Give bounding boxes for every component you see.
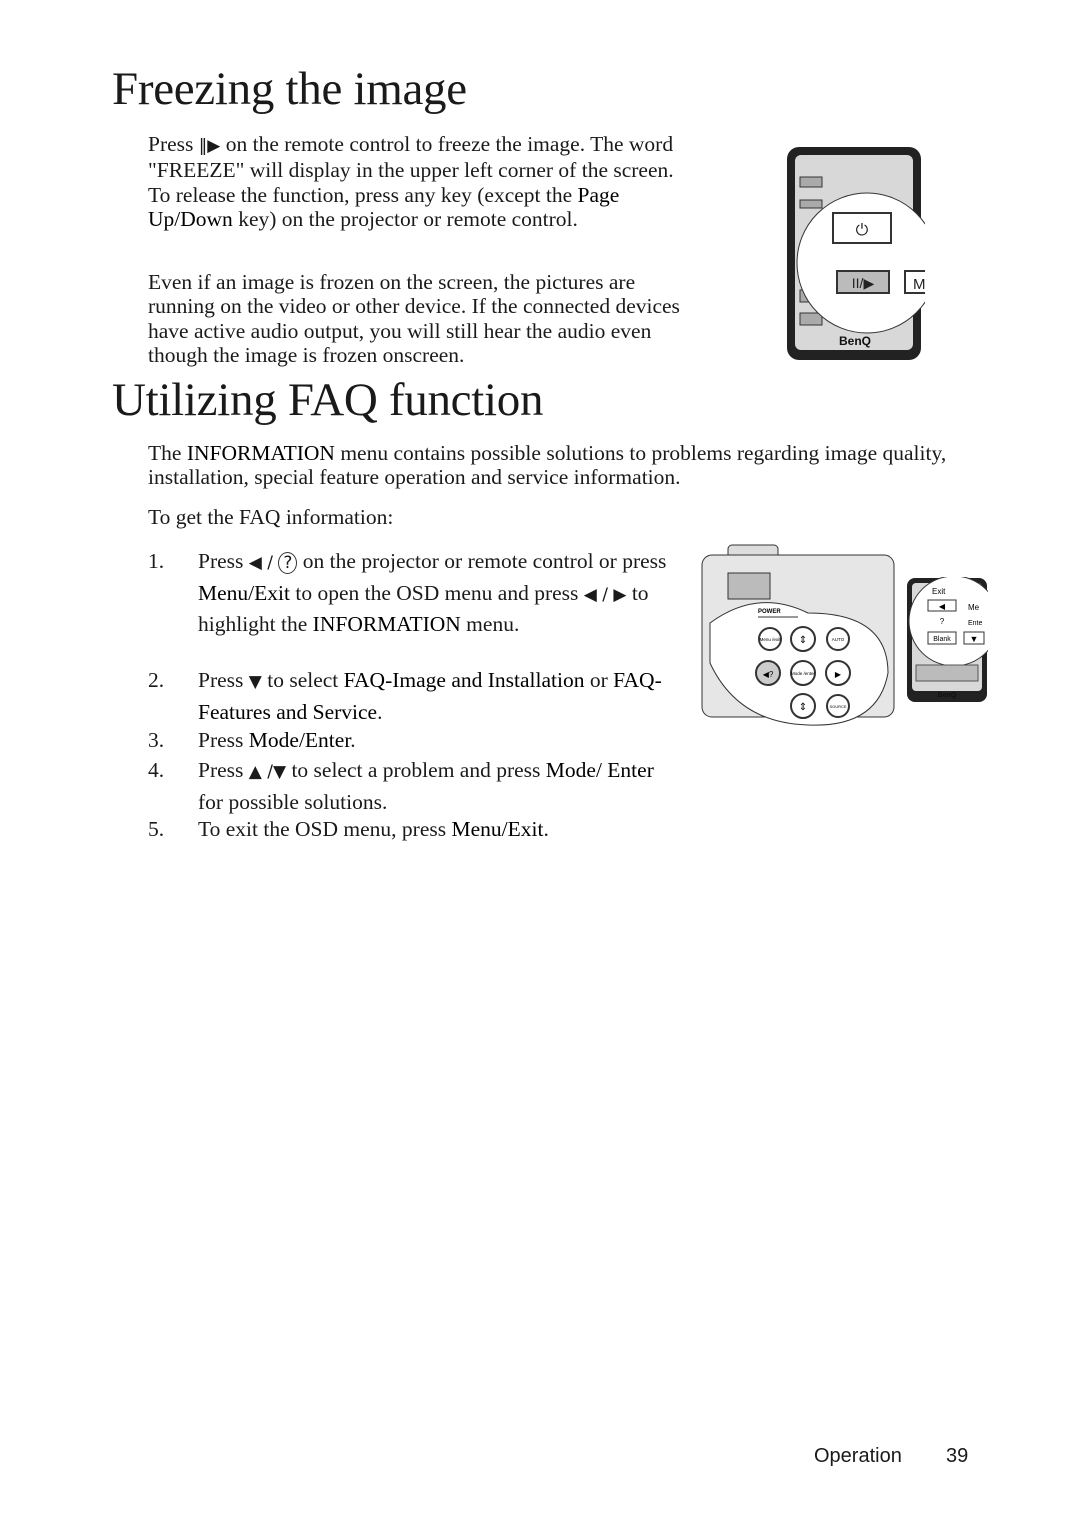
freeze-paragraph: Press ‖▶ on the remote control to freeze…	[148, 132, 698, 231]
source-label: SOURCE	[829, 704, 846, 709]
auto-label: AUTO	[832, 637, 845, 642]
up-down-arrow-icon: ▲ /▼	[248, 762, 287, 782]
help-icon: ?	[278, 552, 298, 574]
remote-control-faq-illustration: Exit ◀ ? Me Ente Blank ▼ BenQ	[907, 577, 988, 702]
svg-text:▼: ▼	[970, 634, 979, 644]
freeze-button-label: II/▶	[852, 275, 875, 291]
remote-control-illustration: ⏻ II/▶ Me BenQ	[787, 147, 925, 360]
step-number: 4.	[148, 758, 165, 782]
step-text: To exit the OSD menu, press Menu/Exit.	[198, 817, 549, 841]
svg-text:⇕: ⇕	[799, 635, 807, 646]
faq-lead: To get the FAQ information:	[148, 505, 394, 529]
brand-logo: BenQ	[938, 692, 957, 699]
step-number: 1.	[148, 549, 165, 573]
brand-logo: BenQ	[839, 334, 871, 348]
frozen-paragraph: Even if an image is frozen on the screen…	[148, 270, 680, 367]
exit-label: Exit	[932, 587, 946, 596]
step-text: Press Mode/Enter.	[198, 728, 356, 752]
svg-text:?: ?	[940, 617, 945, 626]
text: The	[148, 441, 187, 465]
step-text: Press ▲ /▼ to select a problem and press…	[198, 758, 654, 814]
section-title-faq: Utilizing FAQ function	[112, 374, 544, 426]
down-arrow-icon: ▼	[248, 672, 262, 692]
svg-text:◀: ◀	[939, 602, 946, 611]
step-number: 5.	[148, 817, 165, 841]
footer-section-name: Operation	[814, 1445, 902, 1467]
text: Press	[148, 132, 199, 156]
step-number: 3.	[148, 728, 165, 752]
left-right-arrow-icon: ◀ / ▶	[583, 584, 627, 605]
step-number: 2.	[148, 668, 165, 692]
faq-intro: The INFORMATION menu contains possible s…	[148, 441, 988, 490]
text: key) on the projector or remote control.	[232, 206, 578, 231]
svg-text:⏻: ⏻	[856, 222, 869, 239]
projector-control-panel-illustration: POWER Menu /exit ⇕ AUTO ◀? Mode /enter ▶…	[701, 544, 895, 726]
blank-label: Blank	[933, 636, 951, 643]
power-label: POWER	[758, 609, 781, 615]
key-name: INFORMATION	[186, 441, 335, 465]
menu-button-label: Me	[913, 276, 925, 293]
svg-text:⇕: ⇕	[799, 702, 807, 713]
step-text: Press ▼ to select FAQ-Image and Installa…	[198, 668, 662, 724]
menu-exit-label: Menu /exit	[760, 637, 782, 642]
svg-text:◀?: ◀?	[763, 670, 774, 679]
step-text: Press ◀ / ? on the projector or remote c…	[198, 549, 667, 637]
left-arrow-icon: ◀ /	[248, 553, 279, 573]
pause-play-icon: ‖▶	[198, 136, 221, 156]
page-number: 39	[946, 1445, 969, 1467]
svg-text:▶: ▶	[835, 670, 842, 679]
mode-enter-label: Mode /enter	[791, 671, 816, 676]
section-title-freezing: Freezing the image	[112, 63, 467, 115]
enter-label: Ente	[968, 620, 983, 627]
menu-label: Me	[968, 603, 980, 612]
